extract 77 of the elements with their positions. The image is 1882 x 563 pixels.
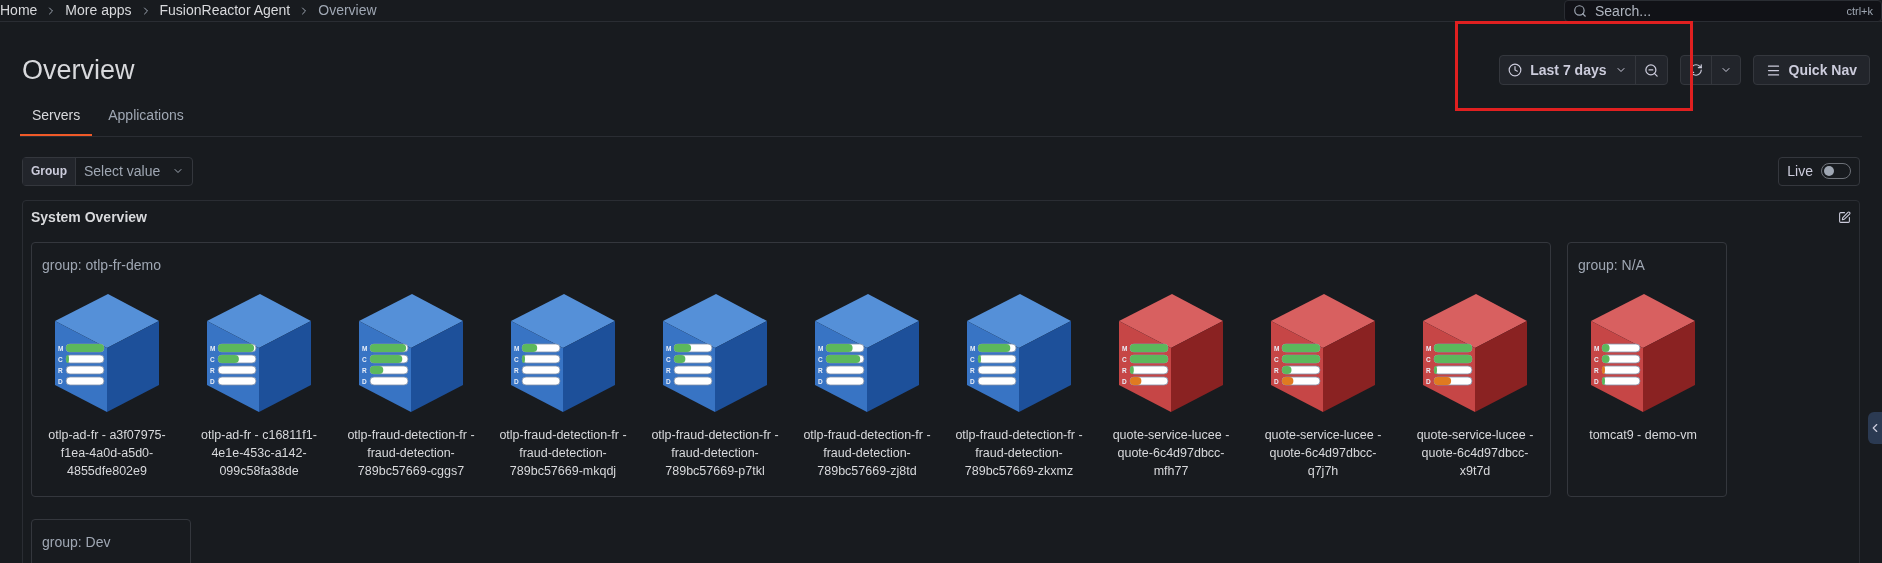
meter-bar (825, 354, 865, 363)
edit-icon[interactable] (1838, 210, 1851, 224)
server-name: quote-service-lucee - quote-6c4d97dbcc-q7j7h (1263, 426, 1383, 480)
server-name: otlp-fraud-detection-fr - fraud-detection-789bc57669-p7tkl (650, 426, 780, 480)
quick-nav-button[interactable]: Quick Nav (1752, 55, 1870, 86)
meter-bar (217, 376, 257, 385)
meter-bar (1601, 343, 1641, 352)
server-name: otlp-ad-fr - a3f07975-f1ea-4a0d-a5d0-4855dfe802e9 (47, 426, 167, 480)
meter-bar (825, 376, 865, 385)
tab[interactable]: Servers (20, 104, 93, 136)
meter-bar (673, 343, 713, 352)
meter-bar (825, 365, 865, 374)
meter-bar (369, 343, 409, 352)
breadcrumb-link[interactable]: More apps (65, 0, 132, 21)
meter-bar (521, 365, 561, 374)
search-field[interactable]: Search... (1595, 1, 1839, 21)
meter-bar (217, 365, 257, 374)
server-name: otlp-ad-fr - c16811f1-4e1e-453c-a142-099c58fa38de (200, 426, 318, 480)
server-name: quote-service-lucee - quote-6c4d97dbcc-x9t7d (1415, 426, 1535, 480)
meter-bar (977, 343, 1017, 352)
server-name: quote-service-lucee - quote-6c4d97dbcc-mfh77 (1111, 426, 1231, 480)
shortcut-hint: ctrl+k (1846, 3, 1873, 19)
meter-bar (1433, 376, 1473, 385)
meter-bar (1433, 365, 1473, 374)
meter-bar (217, 354, 257, 363)
page-title: Overview (22, 54, 135, 87)
meter-bar (825, 343, 865, 352)
live-label: Live (1787, 161, 1813, 181)
meter-bar (1129, 365, 1169, 374)
meter-bar (1601, 365, 1641, 374)
panel-title: System Overview (31, 207, 147, 227)
server-name: tomcat9 - demo-vm (1588, 426, 1698, 444)
group-title: group: otlp-fr-demo (42, 255, 163, 275)
server-name: otlp-fraud-detection-fr - fraud-detection-789bc57669-cggs7 (346, 426, 476, 480)
meter-bar (673, 354, 713, 363)
meter-bar (1281, 365, 1321, 374)
zoom-out-icon (1643, 62, 1659, 78)
meter-bar (1281, 376, 1321, 385)
meter-bar (1129, 343, 1169, 352)
search-icon (1573, 4, 1587, 18)
breadcrumb-link[interactable]: Home (0, 0, 38, 21)
breadcrumb-current: Overview (318, 1, 377, 20)
group-title: group: Dev (42, 532, 112, 552)
meter-bar (369, 376, 409, 385)
meter-bar (977, 354, 1017, 363)
server-name: otlp-fraud-detection-fr - fraud-detection-789bc57669-zkxmz (954, 426, 1084, 480)
group-title: group: N/A (1578, 255, 1646, 275)
meter-bar (1433, 354, 1473, 363)
collapse-handle[interactable] (1868, 412, 1882, 444)
meter-bar (521, 354, 561, 363)
meter-bar (521, 376, 561, 385)
meter-bar (1601, 354, 1641, 363)
meter-bar (65, 354, 105, 363)
menu-icon (1765, 62, 1781, 78)
meter-bar (369, 365, 409, 374)
meter-bar (65, 365, 105, 374)
tab[interactable]: Applications (96, 104, 196, 136)
meter-bar (1281, 343, 1321, 352)
meter-bar (65, 376, 105, 385)
breadcrumb-link[interactable]: FusionReactor Agent (159, 0, 291, 21)
meter-bar (65, 343, 105, 352)
meter-bar (673, 365, 713, 374)
server-name: otlp-fraud-detection-fr - fraud-detection-789bc57669-zj8td (802, 426, 932, 480)
search-box[interactable]: Search... ctrl+k (1564, 0, 1882, 22)
meter-bar (217, 343, 257, 352)
meter-bar (977, 365, 1017, 374)
meter-bar (977, 376, 1017, 385)
meter-bar (1129, 354, 1169, 363)
meter-bar (1129, 376, 1169, 385)
meter-bar (673, 376, 713, 385)
server-name: otlp-fraud-detection-fr - fraud-detection-789bc57669-mkqdj (498, 426, 628, 480)
meter-bar (521, 343, 561, 352)
meter-bar (369, 354, 409, 363)
clock-icon (1508, 63, 1523, 78)
meter-bar (1601, 376, 1641, 385)
meter-bar (1433, 343, 1473, 352)
meter-bar (1281, 354, 1321, 363)
